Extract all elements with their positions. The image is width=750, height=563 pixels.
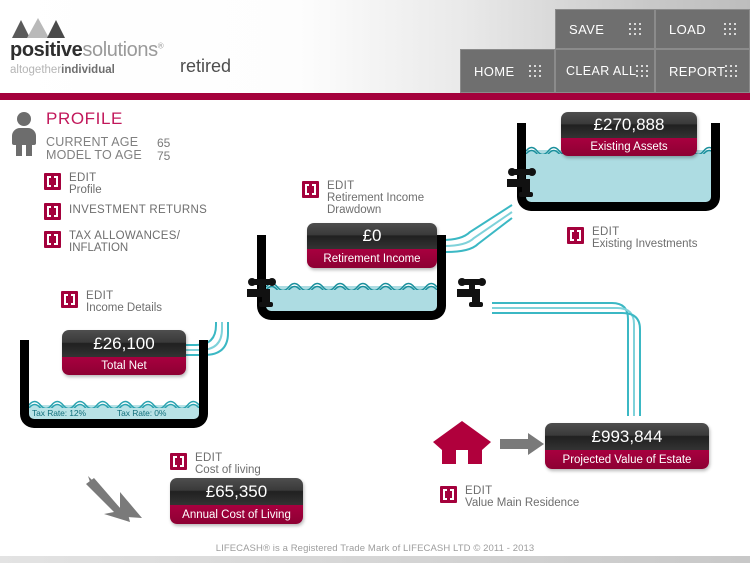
tax-rate-right-label: Tax Rate: 0%	[117, 408, 167, 418]
load-button-label: LOAD	[669, 21, 707, 37]
edit-income-line2: Income Details	[86, 302, 163, 314]
edit-bracket-icon	[170, 453, 187, 470]
water-drop-icon	[484, 188, 499, 208]
logo-wordmark: positivesolutions®	[10, 39, 180, 62]
tax-rate-left-label: Tax Rate: 12%	[32, 408, 86, 418]
brand-logo: positivesolutions® altogetherindividual	[10, 18, 180, 76]
report-button-label: REPORT	[669, 63, 726, 79]
water-drop-icon	[246, 185, 261, 205]
edit-profile-line2: Profile	[69, 184, 102, 196]
logo-tagline: altogetherindividual	[10, 64, 180, 76]
model-to-age-value: 75	[157, 149, 171, 163]
total-net-plaque: £26,100 Total Net	[62, 330, 186, 375]
edit-bracket-icon	[567, 227, 584, 244]
page-title: retired	[180, 56, 232, 76]
current-age-label: CURRENT AGE	[46, 135, 139, 149]
edit-income-details-button[interactable]: EDIT Income Details	[61, 290, 162, 314]
clear-all-button-label: CLEAR ALL	[566, 64, 637, 78]
edit-profile-line1: EDIT	[69, 172, 97, 184]
edit-investment-returns-button[interactable]: INVESTMENT RETURNS	[44, 202, 207, 220]
edit-bracket-icon	[44, 173, 61, 190]
logo-tagline-light: altogether	[10, 64, 62, 76]
edit-bracket-icon	[44, 231, 61, 248]
total-net-label: Total Net	[62, 357, 186, 375]
edit-bracket-icon	[44, 203, 61, 220]
edit-profile-button[interactable]: EDIT Profile	[44, 172, 102, 196]
home-button-label: HOME	[474, 63, 515, 79]
footer-bar	[0, 556, 750, 563]
registered-mark: ®	[157, 41, 164, 51]
logo-mark-icon	[12, 18, 68, 38]
annual-cost-of-living-value: £65,350	[170, 478, 303, 505]
projected-value-of-estate-plaque: £993,844 Projected Value of Estate	[545, 423, 709, 469]
edit-existing-line2: Existing Investments	[592, 238, 698, 250]
edit-drawdown-line1: EDIT	[327, 180, 355, 192]
edit-tax-line1: TAX ALLOWANCES/	[69, 230, 181, 242]
logo-word-light: solutions	[82, 39, 158, 61]
edit-residence-line1: EDIT	[465, 485, 493, 497]
annual-cost-of-living-plaque: £65,350 Annual Cost of Living	[170, 478, 303, 524]
clear-all-button[interactable]: CLEAR ALL	[555, 49, 655, 93]
grip-dots-icon	[725, 64, 741, 78]
grip-dots-icon	[629, 22, 645, 36]
edit-residence-line2: Value Main Residence	[465, 497, 580, 509]
arrow-right-icon	[500, 433, 544, 455]
edit-investment-returns-label: INVESTMENT RETURNS	[69, 204, 208, 216]
edit-existing-line1: EDIT	[592, 226, 620, 238]
edit-retirement-income-drawdown-button[interactable]: EDIT Retirement Income Drawdown	[302, 180, 424, 216]
profile-heading: PROFILE	[46, 109, 123, 128]
retirement-income-label: Retirement Income	[307, 249, 437, 268]
edit-cost-of-living-button[interactable]: EDIT Cost of living	[170, 452, 261, 476]
water-drop-icon	[244, 304, 259, 324]
load-button[interactable]: LOAD	[655, 9, 750, 49]
app-header: positivesolutions® altogetherindividual …	[0, 0, 750, 93]
model-to-age-label: MODEL TO AGE	[46, 148, 142, 162]
existing-assets-value: £270,888	[561, 112, 697, 138]
edit-bracket-icon	[61, 291, 78, 308]
logo-word-bold: positive	[10, 39, 83, 61]
projected-value-of-estate-label: Projected Value of Estate	[545, 450, 709, 469]
existing-assets-label: Existing Assets	[561, 138, 697, 156]
tap-icon	[505, 168, 543, 198]
edit-drawdown-line2: Retirement Income Drawdown	[327, 192, 425, 216]
current-age-value: 65	[157, 136, 171, 150]
save-button[interactable]: SAVE	[555, 9, 655, 49]
footer-copyright: LIFECASH® is a Registered Trade Mark of …	[215, 543, 535, 554]
annual-cost-of-living-label: Annual Cost of Living	[170, 505, 303, 524]
grip-dots-icon	[529, 64, 545, 78]
projected-value-of-estate-value: £993,844	[545, 423, 709, 450]
retirement-income-plaque: £0 Retirement Income	[307, 223, 437, 268]
logo-tagline-bold: individual	[61, 64, 115, 76]
edit-tax-allowances-button[interactable]: TAX ALLOWANCES/INFLATION	[44, 230, 180, 254]
total-net-value: £26,100	[62, 330, 186, 357]
edit-existing-investments-button[interactable]: EDIT Existing Investments	[567, 226, 697, 250]
edit-bracket-icon	[302, 181, 319, 198]
arrow-down-right-icon	[86, 476, 142, 522]
edit-col-line2: Cost of living	[195, 464, 261, 476]
save-button-label: SAVE	[569, 21, 605, 37]
grip-dots-icon	[636, 64, 652, 78]
water-drop-icon	[455, 304, 470, 324]
edit-value-main-residence-button[interactable]: EDIT Value Main Residence	[440, 485, 579, 509]
avatar	[10, 112, 38, 156]
edit-bracket-icon	[440, 486, 457, 503]
edit-tax-line2: INFLATION	[69, 242, 129, 254]
header-accent-rule	[0, 93, 750, 100]
existing-assets-plaque: £270,888 Existing Assets	[561, 112, 697, 156]
grip-dots-icon	[724, 22, 740, 36]
retirement-income-value: £0	[307, 223, 437, 249]
app-canvas: positivesolutions® altogetherindividual …	[0, 0, 750, 563]
home-button[interactable]: HOME	[460, 49, 555, 93]
house-icon	[433, 421, 491, 464]
report-button[interactable]: REPORT	[655, 49, 750, 93]
water-drop-icon	[503, 196, 518, 216]
edit-income-line1: EDIT	[86, 290, 114, 302]
edit-col-line1: EDIT	[195, 452, 223, 464]
